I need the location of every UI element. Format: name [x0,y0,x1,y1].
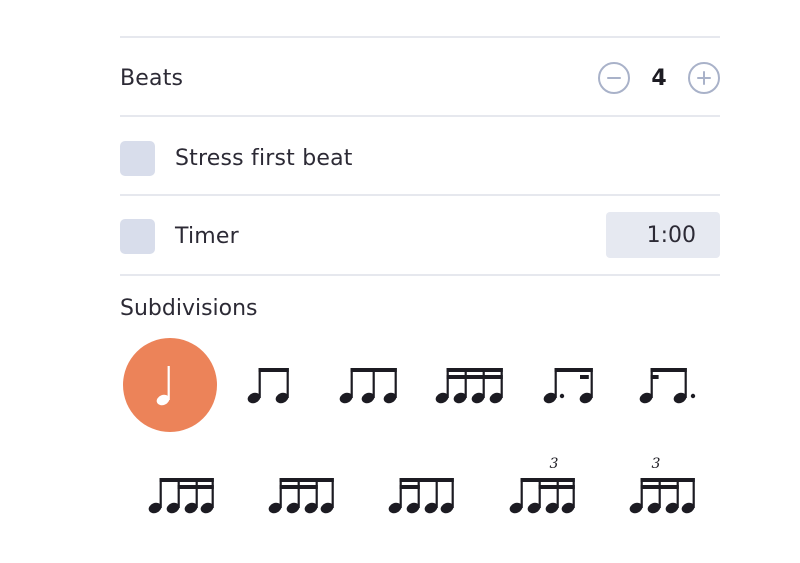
stress-first-beat-checkbox[interactable] [120,140,155,176]
beats-row: Beats 4 [120,56,720,100]
plus-circle-icon[interactable] [688,62,720,94]
dotted-eighth-sixteenth-icon [543,368,593,404]
sixteenth-dotted-eighth-icon [639,368,696,404]
subdivision-option[interactable] [336,360,404,408]
subdivision-option[interactable] [145,470,217,518]
beats-stepper: 4 [598,56,720,100]
tuplet-label: 3 [550,456,559,472]
sixteenth-triplet-alt-icon: 3 [629,456,695,514]
sixteenth-triplet-icon: 3 [509,456,575,514]
subdivision-option[interactable] [432,360,508,408]
subdivision-option[interactable]: 3 [506,452,578,518]
four-sixteenth-notes-icon [435,368,503,404]
eighth-note-triplet-icon [339,368,397,404]
subdivision-option[interactable] [244,360,296,408]
subdivision-option[interactable] [540,360,602,408]
divider [120,115,720,117]
timer-row: Timer 1:00 [120,212,720,258]
subdivision-option[interactable] [265,470,337,518]
timer-checkbox[interactable] [120,218,155,254]
timer-duration-field[interactable]: 1:00 [606,212,720,258]
subdivisions-title: Subdivisions [120,296,258,321]
quarter-note-icon [156,366,170,406]
divider [120,36,720,38]
eighth-two-sixteenths-icon [148,478,214,514]
divider [120,194,720,196]
stress-first-beat-row: Stress first beat [120,136,720,180]
subdivision-option[interactable] [123,338,217,432]
subdivision-option[interactable] [636,360,702,408]
timer-label: Timer [175,223,239,249]
minus-circle-icon[interactable] [598,62,630,94]
subdivision-option[interactable]: 3 [626,452,698,518]
tuplet-label: 3 [652,456,661,472]
beats-label: Beats [120,65,184,91]
two-sixteenths-eighth-icon [388,478,454,514]
subdivision-option[interactable] [385,470,457,518]
stress-first-beat-label: Stress first beat [175,145,353,171]
two-eighth-notes-icon [247,368,289,404]
sixteenth-eighth-sixteenth-icon [268,478,334,514]
divider [120,274,720,276]
beats-value: 4 [651,65,667,91]
